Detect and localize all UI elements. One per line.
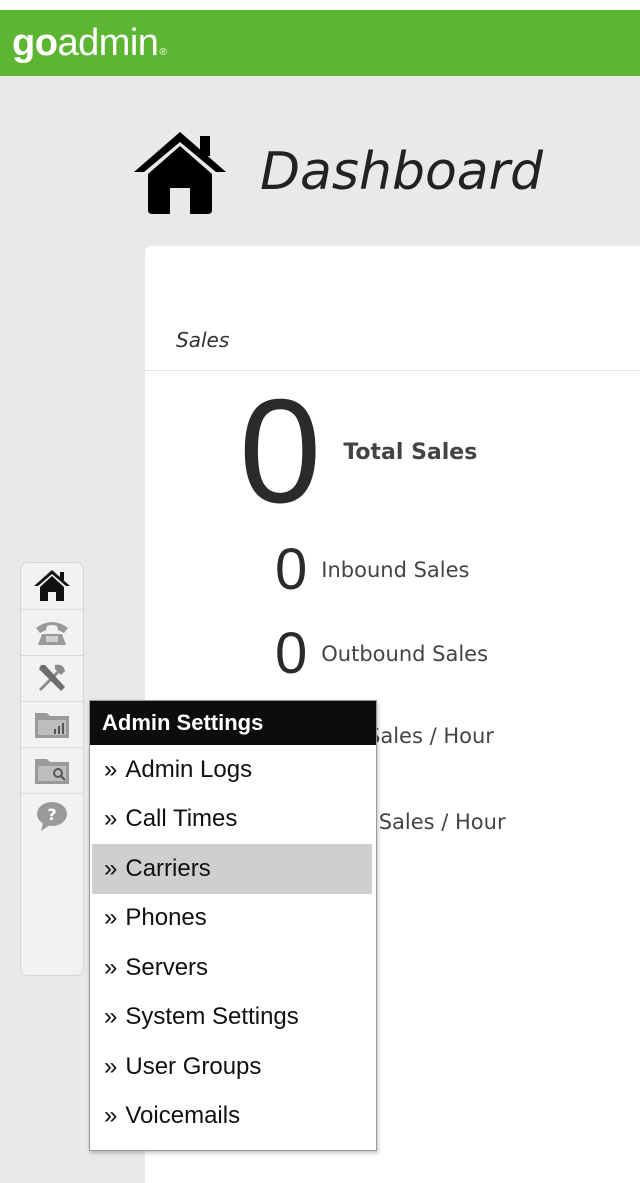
- logo-admin-text: admin: [57, 22, 159, 64]
- section-divider: [145, 370, 640, 371]
- menu-item-label: Call Times: [125, 805, 238, 833]
- inbound-sales-stat: 0 Inbound Sales: [275, 540, 469, 600]
- sales-per-hour-stat: Sales / Hour: [367, 724, 494, 748]
- sales-section-title: Sales: [176, 328, 230, 352]
- menu-item-bullet: »: [104, 805, 118, 833]
- admin-menu-item-phones[interactable]: » Phones: [92, 894, 372, 944]
- toolbar-phone-button[interactable]: [21, 609, 83, 656]
- home-icon: [134, 132, 226, 214]
- folder-chart-icon: [35, 713, 69, 738]
- outbound-sales-stat: 0 Outbound Sales: [275, 624, 488, 684]
- phone-icon: [36, 622, 68, 645]
- toolbar-home-button[interactable]: [21, 563, 83, 610]
- menu-item-label: User Groups: [125, 1052, 262, 1080]
- outbound-sales-label: Outbound Sales: [321, 642, 489, 666]
- menu-item-label: Voicemails: [125, 1102, 241, 1130]
- toolbar-help-button[interactable]: ?: [21, 793, 83, 839]
- svg-text:?: ?: [47, 805, 56, 824]
- page-title: Dashboard: [260, 142, 544, 202]
- menu-item-bullet: »: [104, 1102, 118, 1130]
- admin-settings-menu-items: » Admin Logs» Call Times» Carriers» Phones» S…: [90, 745, 376, 1141]
- toolbar-search-button[interactable]: [21, 747, 83, 794]
- inbound-sales-value: 0: [275, 537, 308, 602]
- side-toolbar: ?: [20, 562, 84, 976]
- menu-item-bullet: »: [104, 755, 118, 783]
- logo-registered-mark: ®: [159, 47, 167, 58]
- tools-icon: [39, 664, 65, 691]
- menu-item-label: Admin Logs: [125, 755, 253, 783]
- folder-search-icon: [35, 759, 69, 784]
- menu-item-label: Carriers: [125, 854, 211, 882]
- admin-menu-item-servers[interactable]: » Servers: [92, 943, 372, 993]
- total-sales-value: 0: [239, 369, 322, 534]
- help-icon: ?: [37, 802, 67, 831]
- toolbar-reports-button[interactable]: [21, 701, 83, 748]
- toolbar-admin-tools-button[interactable]: [21, 655, 83, 702]
- admin-menu-item-system-settings[interactable]: » System Settings: [92, 993, 372, 1043]
- admin-menu-item-voicemails[interactable]: » Voicemails: [92, 1092, 372, 1142]
- menu-item-bullet: »: [104, 953, 118, 981]
- total-sales-stat: 0 Total Sales: [239, 369, 478, 534]
- menu-item-bullet: »: [104, 904, 118, 932]
- top-bar: goadmin®: [0, 0, 640, 76]
- menu-item-bullet: »: [104, 854, 118, 882]
- menu-item-label: System Settings: [125, 1003, 299, 1031]
- admin-settings-menu-header: Admin Settings: [90, 701, 376, 745]
- admin-menu-item-admin-logs[interactable]: » Admin Logs: [92, 745, 372, 795]
- admin-menu-item-carriers[interactable]: » Carriers: [92, 844, 372, 894]
- inbound-sales-label: Inbound Sales: [321, 558, 470, 582]
- admin-menu-item-user-groups[interactable]: » User Groups: [92, 1042, 372, 1092]
- admin-settings-menu: Admin Settings » Admin Logs» Call Times» Ca…: [89, 700, 377, 1151]
- sales-per-hour-label: Sales / Hour: [367, 724, 494, 748]
- home-icon: [34, 570, 70, 601]
- menu-item-bullet: »: [104, 1003, 118, 1031]
- menu-item-bullet: »: [104, 1052, 118, 1080]
- menu-item-label: Phones: [125, 904, 207, 932]
- admin-menu-item-call-times[interactable]: » Call Times: [92, 795, 372, 845]
- outbound-sales-value: 0: [275, 621, 308, 686]
- menu-item-label: Servers: [125, 953, 209, 981]
- total-sales-label: Total Sales: [343, 439, 478, 465]
- goadmin-logo[interactable]: goadmin®: [12, 22, 167, 65]
- logo-go-text: go: [12, 22, 58, 64]
